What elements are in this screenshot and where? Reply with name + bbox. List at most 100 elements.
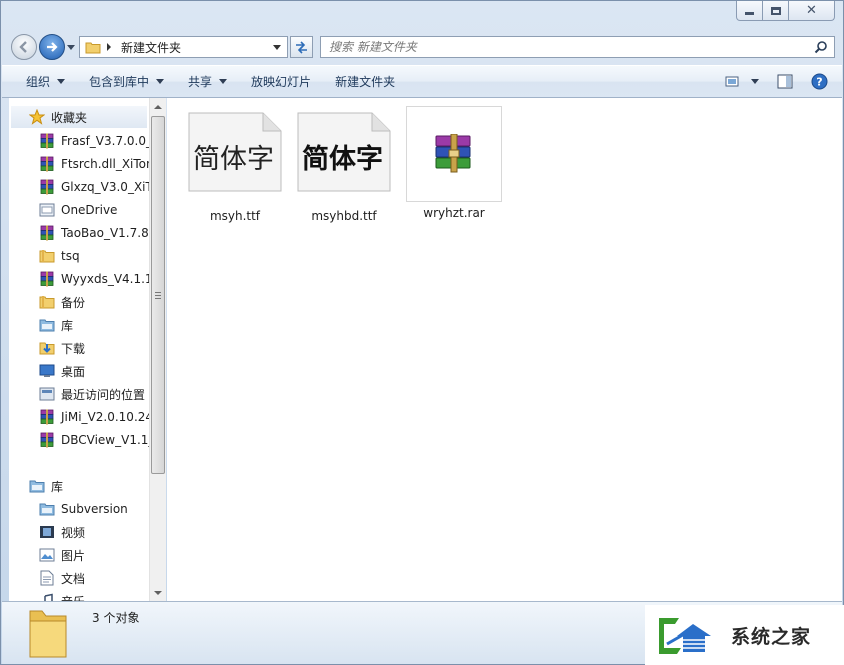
font-preview-text: 简体字 [193,144,274,175]
search-box[interactable] [320,36,835,58]
sidebar-item[interactable]: Frasf_V3.7.0.0_X [9,130,149,152]
nav-libraries-header[interactable]: 库 [9,475,149,497]
navigation-scrollbar[interactable] [149,98,166,601]
library-icon [29,478,45,494]
sidebar-item[interactable]: 音乐 [9,590,149,601]
font-file-thumbnail: 简体字 [296,111,392,193]
sidebar-item[interactable]: 图片 [9,544,149,566]
sidebar-item-label: Ftsrch.dll_XiTon [61,157,149,171]
sidebar-item[interactable]: Wyyxds_V4.1.1. [9,268,149,290]
minimize-icon [745,12,754,15]
chevron-down-icon [219,79,228,84]
sidebar-item[interactable]: Glxzq_V3.0_XiTo [9,176,149,198]
folder-icon [85,41,101,54]
sidebar-item[interactable]: TaoBao_V1.7.8. [9,222,149,244]
sidebar-item-label: 最近访问的位置 [61,387,146,402]
view-options-button[interactable] [717,66,767,97]
view-icon [725,76,739,86]
sidebar-item-label: TaoBao_V1.7.8. [61,226,149,240]
refresh-button[interactable] [290,36,313,58]
sidebar-item[interactable]: 库 [9,314,149,336]
sidebar-item-label: 库 [61,318,74,333]
sidebar-item[interactable]: Ftsrch.dll_XiTon [9,153,149,175]
minimize-button[interactable] [736,1,763,21]
rar-icon [39,432,55,448]
watermark-text: 系统之家 [731,626,812,648]
sidebar-item[interactable]: 视频 [9,521,149,543]
share-menu[interactable]: 共享 [176,66,239,97]
address-dropdown[interactable] [273,44,281,50]
library-icon [39,501,55,517]
arrow-right-icon [47,42,58,52]
svg-text:?: ? [816,76,822,89]
organize-label: 组织 [26,75,51,89]
preview-pane-icon [777,74,793,89]
arrow-up-icon [154,104,162,109]
sidebar-item[interactable]: OneDrive [9,199,149,221]
file-item[interactable]: 简体字 msyhbd.ttf [294,106,394,224]
font-file-thumbnail: 简体字 [187,111,283,193]
star-icon [29,109,45,125]
preview-pane-button[interactable] [767,66,803,97]
sidebar-item[interactable]: 最近访问的位置 [9,383,149,405]
sidebar-item-label: 下载 [61,341,86,356]
share-label: 共享 [188,75,213,89]
sidebar-item[interactable]: 文档 [9,567,149,589]
sidebar-item[interactable]: tsq [9,245,149,267]
new-folder-button[interactable]: 新建文件夹 [323,66,407,97]
help-button[interactable]: ? [803,66,842,97]
sidebar-item-label: Subversion [61,502,128,516]
file-list[interactable]: 简体字 msyh.ttf 简体字 msyhbd.ttf wryhzt.rar [167,98,842,601]
maximize-button[interactable] [763,1,789,21]
scroll-down-button[interactable] [150,584,166,601]
chevron-right-icon[interactable] [107,43,111,51]
sidebar-item-label: Frasf_V3.7.0.0_X [61,134,149,148]
sidebar-item-label: 音乐 [61,593,85,602]
new-folder-label: 新建文件夹 [335,75,396,89]
chevron-down-icon [156,79,165,84]
nav-favorites-header[interactable]: 收藏夹 [11,106,147,128]
sidebar-item-label: 文档 [61,571,86,586]
scroll-up-button[interactable] [150,98,166,115]
slideshow-button[interactable]: 放映幻灯片 [239,66,323,97]
sidebar-item-label: 图片 [61,548,86,563]
sidebar-item[interactable]: Subversion [9,498,149,520]
downloads-icon [39,340,55,356]
sidebar-item[interactable]: DBCView_V1.1_ [9,429,149,451]
navigation-pane[interactable]: 收藏夹 Frasf_V3.7.0.0_X Ftsrch.dll_XiTon Glxz… [9,98,149,601]
rar-file-thumbnail [406,106,502,202]
file-item[interactable]: 简体字 msyh.ttf [185,106,285,224]
search-input[interactable] [321,40,812,54]
sidebar-item-label: 备份 [61,295,86,310]
address-path[interactable]: 新建文件夹 [121,39,273,56]
address-bar[interactable]: 新建文件夹 [79,36,288,58]
command-bar: 组织 包含到库中 共享 放映幻灯片 新建文件夹 ? [2,65,842,98]
sidebar-item[interactable]: 备份 [9,291,149,313]
organize-menu[interactable]: 组织 [2,66,77,97]
sidebar-item[interactable]: 桌面 [9,360,149,382]
library-icon [39,317,55,333]
item-count: 3 个对象 [92,611,140,625]
file-name[interactable]: msyh.ttf [210,209,260,223]
nav-favorites-label: 收藏夹 [51,110,88,125]
sidebar-item[interactable]: JiMi_V2.0.10.24_ [9,406,149,428]
font-preview-text: 简体字 [302,144,383,175]
back-button[interactable] [11,34,37,60]
sidebar-item[interactable]: 下载 [9,337,149,359]
onedrive-icon [39,202,55,218]
recent-pages-dropdown[interactable] [67,45,75,50]
close-button[interactable]: ✕ [789,1,835,21]
rar-icon [39,156,55,172]
include-in-library-menu[interactable]: 包含到库中 [77,66,176,97]
chevron-down-icon[interactable] [751,79,759,84]
forward-button[interactable] [39,34,65,60]
file-name[interactable]: msyhbd.ttf [311,209,376,223]
file-item[interactable]: wryhzt.rar [404,106,504,224]
rar-icon [39,271,55,287]
recent-places-icon [39,386,55,402]
rar-icon [39,179,55,195]
scroll-thumb[interactable] [151,116,165,474]
nav-libraries-label: 库 [51,479,64,494]
file-name[interactable]: wryhzt.rar [423,206,485,220]
search-icon[interactable] [812,38,830,56]
